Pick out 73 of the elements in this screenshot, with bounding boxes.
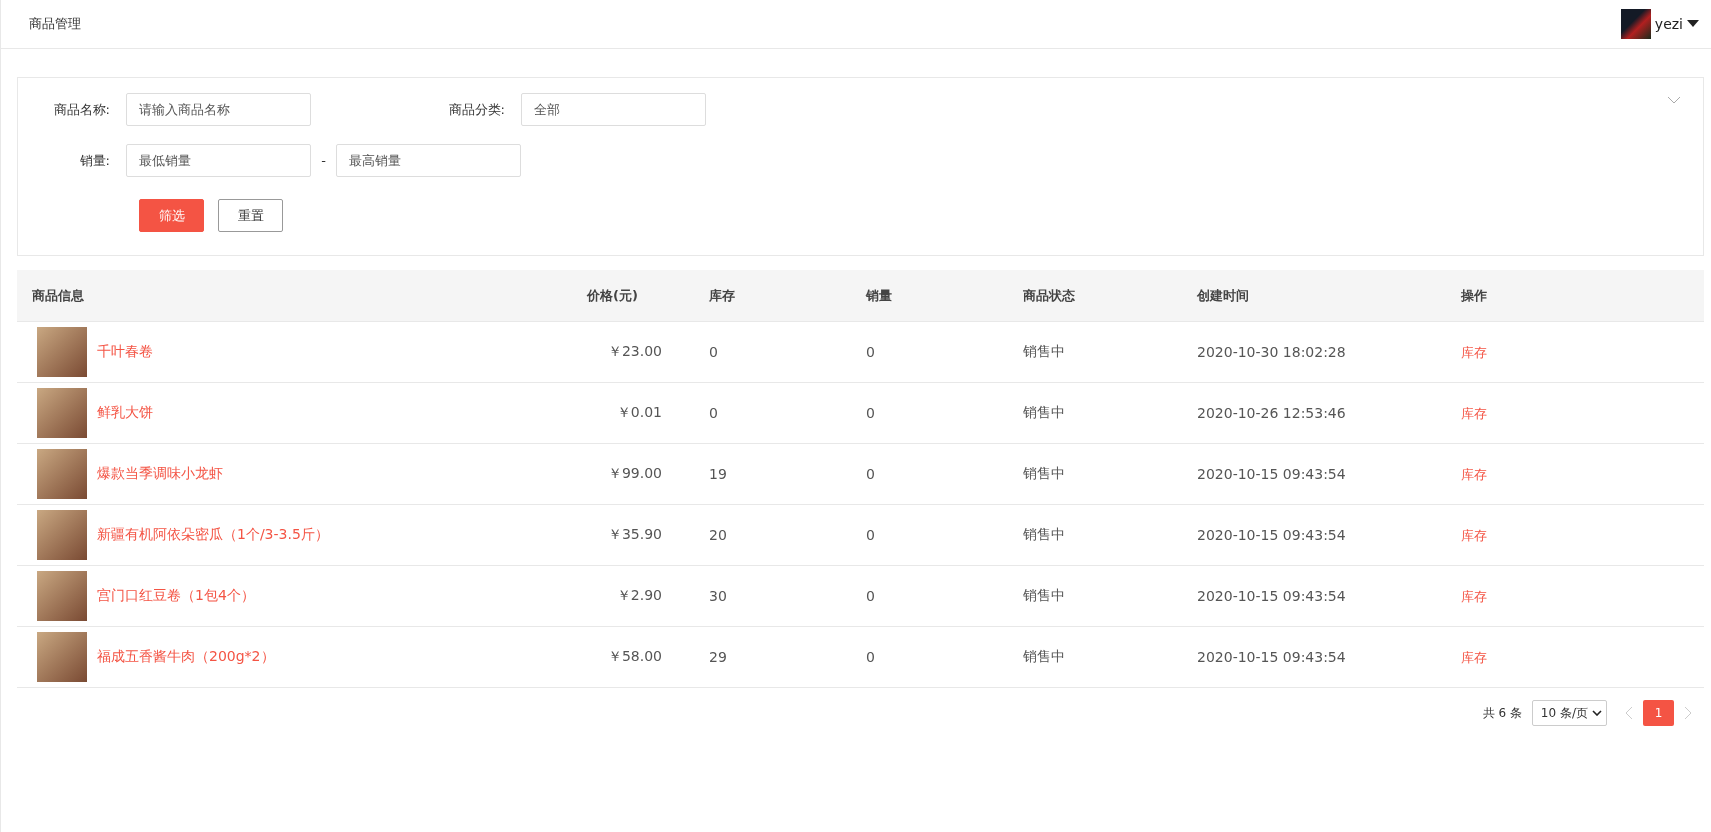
page-button[interactable]: 1 <box>1643 700 1674 726</box>
chevron-down-icon[interactable] <box>1592 710 1602 716</box>
column-header: 创建时间 <box>1196 286 1250 305</box>
table-cell-text: 19 <box>708 466 728 482</box>
product-name-link[interactable]: 福成五香酱牛肉（200g*2） <box>97 648 275 666</box>
stock-link[interactable]: 库存 <box>1446 528 1487 543</box>
range-separator: - <box>320 153 327 168</box>
table-cell-text: 2020-10-15 09:43:54 <box>1196 527 1347 543</box>
table-cell-text: 2020-10-15 09:43:54 <box>1196 649 1347 665</box>
stock-link[interactable]: 库存 <box>1446 406 1487 421</box>
product-photo <box>37 388 87 438</box>
table-cell-text: 2020-10-26 12:53:46 <box>1196 405 1347 421</box>
table-cell-text: 0 <box>708 405 719 421</box>
product-photo <box>37 449 87 499</box>
product-name-link[interactable]: 爆款当季调味小龙虾 <box>97 465 223 483</box>
table-cell-text: 销售中 <box>1022 587 1066 605</box>
table-cell-text: 销售中 <box>1022 343 1066 361</box>
column-header: 商品状态 <box>1022 286 1076 305</box>
product-name-link[interactable]: 鲜乳大饼 <box>97 404 153 422</box>
column-header: 销量 <box>864 286 893 305</box>
filter-button[interactable]: 筛选 <box>139 199 204 232</box>
product-photo <box>37 327 87 377</box>
table-cell-text: 销售中 <box>1022 465 1066 483</box>
table-cell-text: ￥23.00 <box>606 343 663 361</box>
product-photo <box>37 571 87 621</box>
table-cell-text: 0 <box>708 344 719 360</box>
table-cell-text: 销售中 <box>1022 404 1066 422</box>
product-photo <box>37 632 87 682</box>
table-cell-text: 0 <box>865 344 876 360</box>
product-name-link[interactable]: 新疆有机阿依朵密瓜（1个/3-3.5斤） <box>97 526 329 544</box>
table-cell-text: 销售中 <box>1022 648 1066 666</box>
table-cell-text: 0 <box>865 649 876 665</box>
table-cell-text: ￥58.00 <box>606 648 663 666</box>
table-cell-text: 0 <box>865 527 876 543</box>
table-cell-text: 销售中 <box>1022 526 1066 544</box>
column-header: 库存 <box>708 286 736 305</box>
stock-link[interactable]: 库存 <box>1446 345 1487 360</box>
avatar-photo[interactable] <box>1620 9 1651 39</box>
product-photo <box>37 510 87 560</box>
table-cell-text: 0 <box>865 588 876 604</box>
max-sales-field[interactable]: 最高销量 <box>336 144 521 177</box>
user-name[interactable]: yezi <box>1654 16 1683 32</box>
table-cell-text: 29 <box>708 649 728 665</box>
table-cell-text: 0 <box>865 466 876 482</box>
column-header: 操作 <box>1460 286 1488 305</box>
reset-button[interactable]: 重置 <box>218 199 283 232</box>
page-title: 商品管理 <box>29 15 81 33</box>
product-name-link[interactable]: 千叶春卷 <box>97 343 153 361</box>
stock-link[interactable]: 库存 <box>1446 467 1487 482</box>
caret-icon[interactable] <box>1687 20 1699 28</box>
table-cell-text: 2020-10-15 09:43:54 <box>1196 588 1347 604</box>
table-cell-text: ￥0.01 <box>615 404 663 422</box>
column-header: 价格(元) <box>585 286 639 305</box>
name-input-field[interactable]: 请输入商品名称 <box>126 93 311 126</box>
stock-link[interactable]: 库存 <box>1446 650 1487 665</box>
table-cell-text: 2020-10-30 18:02:28 <box>1196 344 1347 360</box>
column-header: 商品信息 <box>31 286 85 305</box>
table-cell-text: 2020-10-15 09:43:54 <box>1196 466 1347 482</box>
field-label: 商品名称: <box>52 100 111 119</box>
field-label: 销量: <box>78 151 111 170</box>
field-label: 商品分类: <box>447 100 506 119</box>
table-cell-text: ￥2.90 <box>615 587 663 605</box>
product-name-link[interactable]: 宫门口红豆卷（1包4个） <box>97 587 255 605</box>
table-cell-text: 30 <box>708 588 728 604</box>
stock-link[interactable]: 库存 <box>1446 589 1487 604</box>
category-select[interactable]: 全部 <box>521 93 706 126</box>
table-cell-text: 20 <box>708 527 728 543</box>
min-sales-field[interactable]: 最低销量 <box>126 144 311 177</box>
total-count: 共 6 条 <box>1482 704 1522 722</box>
table-cell-text: ￥35.90 <box>606 526 663 544</box>
page-size-select[interactable]: 10 条/页 <box>1531 700 1607 726</box>
table-cell-text: ￥99.00 <box>606 465 663 483</box>
table-cell-text: 0 <box>865 405 876 421</box>
